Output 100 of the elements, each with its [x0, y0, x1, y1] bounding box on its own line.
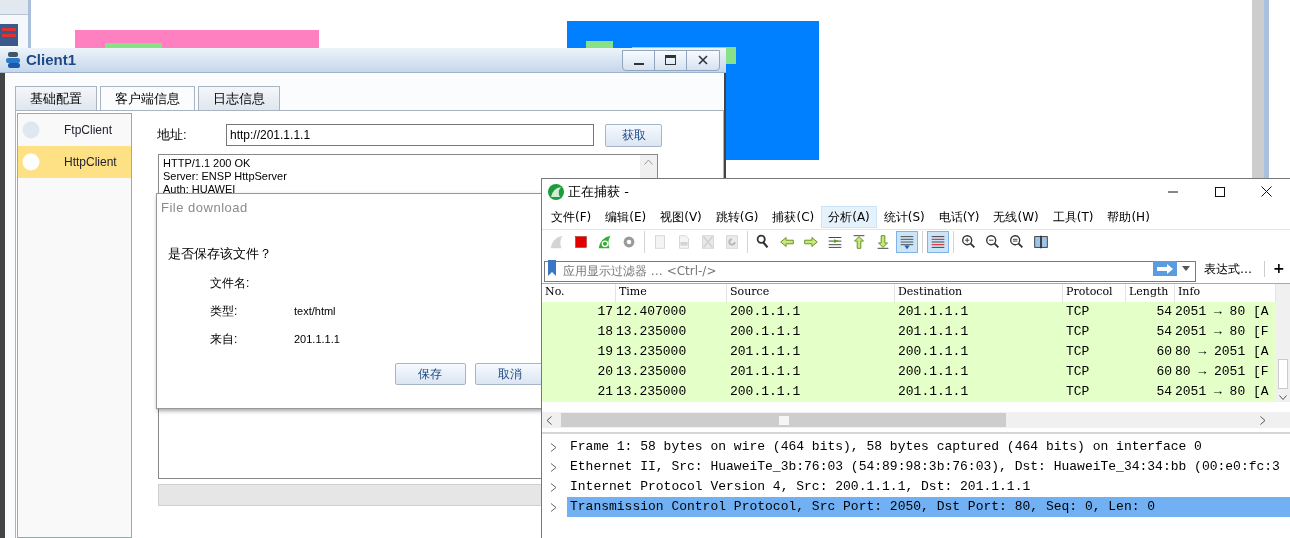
packet-info: 80 → 2051 [A — [1175, 343, 1270, 362]
menu-item[interactable]: 文件(F) — [544, 205, 599, 228]
scroll-up-icon[interactable] — [644, 159, 653, 165]
stop-icon — [572, 233, 590, 251]
packet-source: 200.1.1.1 — [729, 323, 802, 342]
packet-source: 201.1.1.1 — [729, 343, 802, 362]
menu-item[interactable]: 视图(V) — [653, 205, 709, 228]
packet-row[interactable]: 19 13.235000 201.1.1.1 200.1.1.1 TCP 60 80 → 2051 [A — [542, 342, 1276, 362]
client-list-item[interactable]: FtpClient — [18, 114, 131, 146]
packet-length: 54 — [1155, 383, 1173, 402]
packet-number: 18 — [596, 323, 614, 342]
chevron-right-icon[interactable] — [550, 462, 557, 472]
menu-item[interactable]: 捕获(C) — [765, 205, 822, 228]
packet-number: 17 — [596, 303, 614, 322]
field-label: 来自: — [210, 331, 239, 348]
packet-destination: 201.1.1.1 — [897, 323, 970, 342]
tab[interactable]: 基础配置 — [15, 86, 97, 110]
packet-info: 2051 → 80 [A — [1175, 383, 1270, 402]
menu-item[interactable]: 分析(A) — [821, 205, 877, 228]
packet-info: 80 → 2051 [F — [1175, 363, 1270, 382]
window-title: 正在捕获 - — [568, 182, 629, 201]
add-filter-button[interactable]: + — [1273, 258, 1285, 279]
packet-info: 2051 → 80 [A — [1175, 303, 1270, 322]
up-arrow-icon — [850, 233, 868, 251]
expression-button[interactable]: 表达式… — [1204, 259, 1252, 278]
detail-row[interactable]: Ethernet II, Src: HuaweiTe_3b:76:03 (54:89:98:3b:76:03), Dst: HuaweiTe_34:34:bb (00:e0:fc:3 — [567, 457, 1290, 477]
maximize-icon — [1214, 186, 1225, 197]
autoscroll-icon — [898, 233, 916, 251]
packet-protocol: TCP — [1065, 303, 1091, 322]
menu-item[interactable]: 工具(T) — [1045, 205, 1101, 228]
circle-icon — [22, 121, 40, 139]
menu-item[interactable]: 帮助(H) — [1100, 205, 1157, 228]
scrollbar[interactable] — [1252, 0, 1269, 178]
network-icon — [6, 51, 22, 69]
autoscroll-button[interactable] — [896, 231, 918, 253]
scroll-left-icon — [546, 415, 552, 425]
packet-time: 13.235000 — [616, 323, 688, 342]
packet-destination: 200.1.1.1 — [897, 363, 970, 382]
detail-row[interactable]: Transmission Control Protocol, Src Port: 2050, Dst Port: 80, Seq: 0, Len: 0 — [567, 497, 1290, 517]
fetch-button[interactable]: 获取 — [605, 123, 662, 147]
client-list-item[interactable]: HttpClient — [18, 146, 131, 178]
chevron-right-icon[interactable] — [550, 502, 557, 512]
router-icon — [0, 22, 20, 48]
packet-time: 13.235000 — [616, 363, 688, 382]
packet-number: 20 — [596, 363, 614, 382]
zoom-reset-icon — [1008, 233, 1026, 251]
packet-source: 201.1.1.1 — [729, 363, 802, 382]
maximize-icon — [665, 55, 676, 65]
packet-row[interactable]: 17 12.407000 200.1.1.1 201.1.1.1 TCP 54 2051 → 80 [A — [542, 302, 1276, 322]
menu-item[interactable]: 跳转(G) — [708, 205, 766, 228]
packet-protocol: TCP — [1065, 343, 1091, 362]
right-arrow-icon — [1156, 263, 1174, 274]
horizontal-scrollbar[interactable] — [542, 412, 1290, 428]
address-field[interactable]: http://201.1.1.1 — [226, 124, 594, 146]
reload-file-icon — [723, 233, 741, 251]
right-arrow-icon — [802, 233, 820, 251]
packet-protocol: TCP — [1065, 383, 1091, 402]
scroll-right-icon — [1260, 415, 1266, 425]
vertical-scrollbar[interactable] — [1276, 284, 1290, 402]
packet-length: 54 — [1155, 303, 1173, 322]
packet-time: 13.235000 — [616, 383, 688, 402]
resize-columns-icon — [1032, 233, 1050, 251]
packet-number: 21 — [596, 383, 614, 402]
scroll-thumb[interactable] — [1278, 359, 1288, 389]
menu-item[interactable]: 统计(S) — [876, 205, 932, 228]
field-label: 文件名: — [210, 275, 251, 292]
detail-row[interactable]: Frame 1: 58 bytes on wire (464 bits), 58 bytes captured (464 bits) on interface 0 — [567, 437, 1290, 457]
packet-time: 13.235000 — [616, 343, 688, 362]
packet-source: 200.1.1.1 — [729, 303, 802, 322]
packet-length: 60 — [1155, 343, 1173, 362]
dialog-title: File download — [161, 199, 249, 217]
menu-item[interactable]: 电话(Y) — [931, 205, 987, 228]
menu-item[interactable]: 无线(W) — [986, 205, 1046, 228]
packet-row[interactable]: 21 13.235000 200.1.1.1 201.1.1.1 TCP 54 2051 → 80 [A — [542, 382, 1276, 402]
colored-lines-button[interactable] — [927, 231, 949, 253]
close-file-icon — [699, 233, 717, 251]
zoom-in-icon — [960, 233, 978, 251]
tab[interactable]: 客户端信息 — [100, 86, 195, 110]
dialog-button[interactable]: 保存 — [395, 363, 466, 385]
packet-info: 2051 → 80 [F — [1175, 323, 1270, 342]
left-arrow-icon — [778, 233, 796, 251]
packet-number: 19 — [596, 343, 614, 362]
display-filter-field[interactable]: 应用显示过滤器 … <Ctrl-/> — [544, 260, 1196, 282]
dialog-question: 是否保存该文件？ — [168, 244, 273, 263]
tab[interactable]: 日志信息 — [198, 86, 280, 110]
packet-time: 12.407000 — [616, 303, 688, 322]
scroll-thumb[interactable] — [778, 415, 789, 425]
chevron-right-icon[interactable] — [550, 482, 557, 492]
menu-item[interactable]: 编辑(E) — [598, 205, 654, 228]
detail-row[interactable]: Internet Protocol Version 4, Src: 200.1.1.1, Dst: 201.1.1.1 — [567, 477, 1290, 497]
chevron-right-icon[interactable] — [550, 442, 557, 452]
circle-icon — [22, 153, 40, 171]
packet-row[interactable]: 18 13.235000 200.1.1.1 201.1.1.1 TCP 54 2051 → 80 [F — [542, 322, 1276, 342]
window-title: Client1 — [26, 49, 76, 70]
response-line: Server: ENSP HttpServer — [163, 170, 287, 183]
colored-lines-icon — [929, 233, 947, 251]
zoom-out-icon — [984, 233, 1002, 251]
scroll-down-icon — [1279, 395, 1287, 400]
packet-row[interactable]: 20 13.235000 201.1.1.1 200.1.1.1 TCP 60 80 → 2051 [F — [542, 362, 1276, 382]
packet-destination: 200.1.1.1 — [897, 343, 970, 362]
